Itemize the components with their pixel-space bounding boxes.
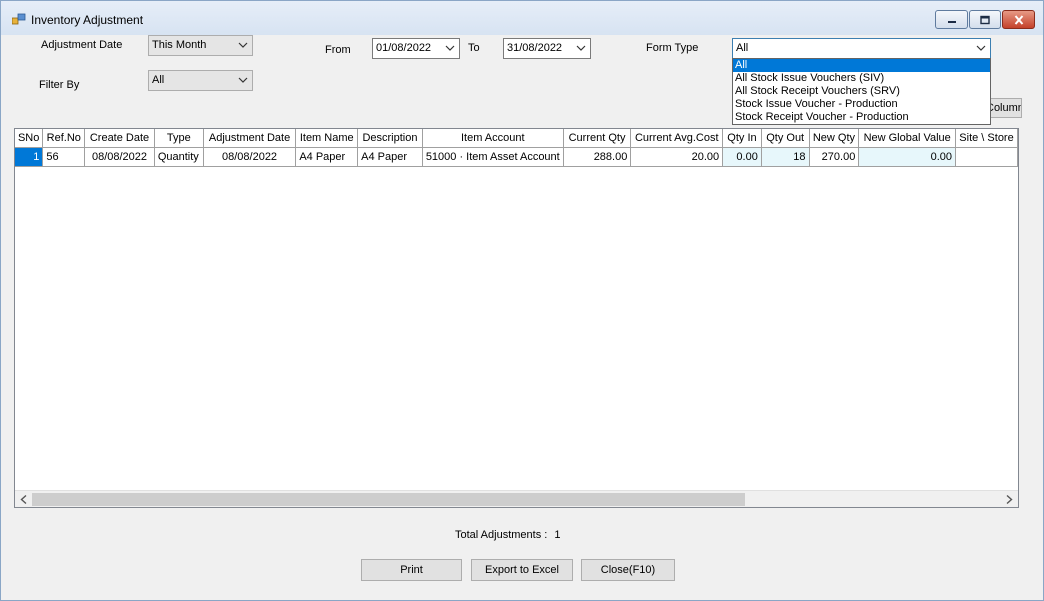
chevron-down-icon [238, 42, 248, 48]
column-header[interactable]: Site \ Store [955, 129, 1018, 148]
window-title: Inventory Adjustment [31, 13, 144, 27]
cell-current-avg-cost[interactable]: 20.00 [630, 147, 724, 167]
inventory-adjustment-window: Inventory Adjustment Adjustment Date Thi… [0, 0, 1044, 601]
column-header[interactable]: Current Qty [563, 129, 632, 148]
chevron-down-icon [976, 45, 986, 51]
column-header[interactable]: Current Avg.Cost [630, 129, 724, 148]
column-header[interactable]: SNo [15, 129, 44, 148]
columns-button-label: Columns [986, 102, 1021, 114]
adjustment-date-value: This Month [152, 39, 207, 51]
column-header[interactable]: Adjustment Date [203, 129, 297, 148]
cell-ref-no[interactable]: 56 [42, 147, 86, 167]
title-bar[interactable]: Inventory Adjustment [1, 1, 1043, 35]
dropdown-option[interactable]: Stock Receipt Voucher - Production [733, 111, 990, 124]
minimize-icon [947, 20, 956, 23]
adjustment-date-select[interactable]: This Month [148, 35, 253, 56]
total-adjustments-label: Total Adjustments : [455, 529, 548, 541]
close-icon [1014, 14, 1023, 25]
cell-adjustment-date[interactable]: 08/08/2022 [203, 147, 297, 167]
adjustments-grid[interactable]: SNo Ref.No Create Date Type Adjustment D… [14, 128, 1019, 508]
from-label: From [325, 44, 351, 56]
cell-sno[interactable]: 1 [15, 147, 44, 167]
cell-current-qty[interactable]: 288.00 [563, 147, 632, 167]
column-header[interactable]: Qty Out [761, 129, 810, 148]
cell-item-name[interactable]: A4 Paper [295, 147, 359, 167]
form-type-label: Form Type [646, 42, 699, 54]
cell-qty-in[interactable]: 0.00 [722, 147, 762, 167]
minimize-button[interactable] [935, 10, 968, 29]
column-header[interactable]: Ref.No [42, 129, 86, 148]
adjustment-date-label: Adjustment Date [41, 39, 123, 51]
cell-item-account[interactable]: 51000 · Item Asset Account [422, 147, 564, 167]
filter-by-label: Filter By [39, 79, 80, 91]
column-header[interactable]: Qty In [722, 129, 762, 148]
print-button[interactable]: Print [361, 559, 462, 581]
column-header[interactable]: Item Name [295, 129, 359, 148]
maximize-icon [980, 15, 990, 24]
table-row[interactable]: 1 56 08/08/2022 Quantity 08/08/2022 A4 P… [15, 147, 1018, 167]
dropdown-option[interactable]: All [733, 59, 990, 72]
total-adjustments-value: 1 [554, 529, 561, 541]
app-icon [12, 13, 26, 25]
filter-by-value: All [152, 74, 165, 86]
to-date-value: 31/08/2022 [507, 42, 563, 54]
column-header[interactable]: Description [357, 129, 423, 148]
scrollbar-thumb[interactable] [32, 493, 745, 506]
to-label: To [468, 42, 480, 54]
cell-site-store[interactable] [955, 147, 1018, 167]
total-adjustments: Total Adjustments : 1 [455, 529, 561, 541]
dropdown-option[interactable]: All Stock Issue Vouchers (SIV) [733, 72, 990, 85]
cell-new-qty[interactable]: 270.00 [809, 147, 860, 167]
column-header[interactable]: Type [154, 129, 204, 148]
from-date-picker[interactable]: 01/08/2022 [372, 38, 460, 59]
cell-create-date[interactable]: 08/08/2022 [84, 147, 155, 167]
form-type-value: All [736, 42, 749, 54]
column-header[interactable]: New Qty [809, 129, 860, 148]
column-header[interactable]: Create Date [84, 129, 155, 148]
to-date-picker[interactable]: 31/08/2022 [503, 38, 591, 59]
export-to-excel-button[interactable]: Export to Excel [471, 559, 573, 581]
chevron-down-icon [445, 45, 455, 51]
filter-by-select[interactable]: All [148, 70, 253, 91]
chevron-down-icon [238, 77, 248, 83]
dropdown-option[interactable]: All Stock Receipt Vouchers (SRV) [733, 85, 990, 98]
chevron-left-icon[interactable] [18, 494, 30, 505]
form-type-select[interactable]: All [732, 38, 991, 59]
close-window-button[interactable] [1002, 10, 1035, 29]
from-date-value: 01/08/2022 [376, 42, 432, 54]
maximize-button[interactable] [969, 10, 1001, 29]
cell-qty-out[interactable]: 18 [761, 147, 810, 167]
grid-header-row: SNo Ref.No Create Date Type Adjustment D… [15, 129, 1018, 148]
cell-type[interactable]: Quantity [154, 147, 204, 167]
column-header[interactable]: New Global Value [858, 129, 957, 148]
column-header[interactable]: Item Account [422, 129, 564, 148]
chevron-down-icon [576, 45, 586, 51]
close-button[interactable]: Close(F10) [581, 559, 675, 581]
adjustments-table: SNo Ref.No Create Date Type Adjustment D… [15, 129, 1018, 167]
cell-new-global-value[interactable]: 0.00 [858, 147, 957, 167]
chevron-right-icon[interactable] [1003, 494, 1015, 505]
form-body: Adjustment Date This Month Filter By All… [9, 35, 1037, 594]
form-type-dropdown-list[interactable]: All All Stock Issue Vouchers (SIV) All S… [732, 58, 991, 125]
horizontal-scrollbar[interactable] [15, 490, 1018, 507]
dropdown-option[interactable]: Stock Issue Voucher - Production [733, 98, 990, 111]
cell-description[interactable]: A4 Paper [357, 147, 423, 167]
